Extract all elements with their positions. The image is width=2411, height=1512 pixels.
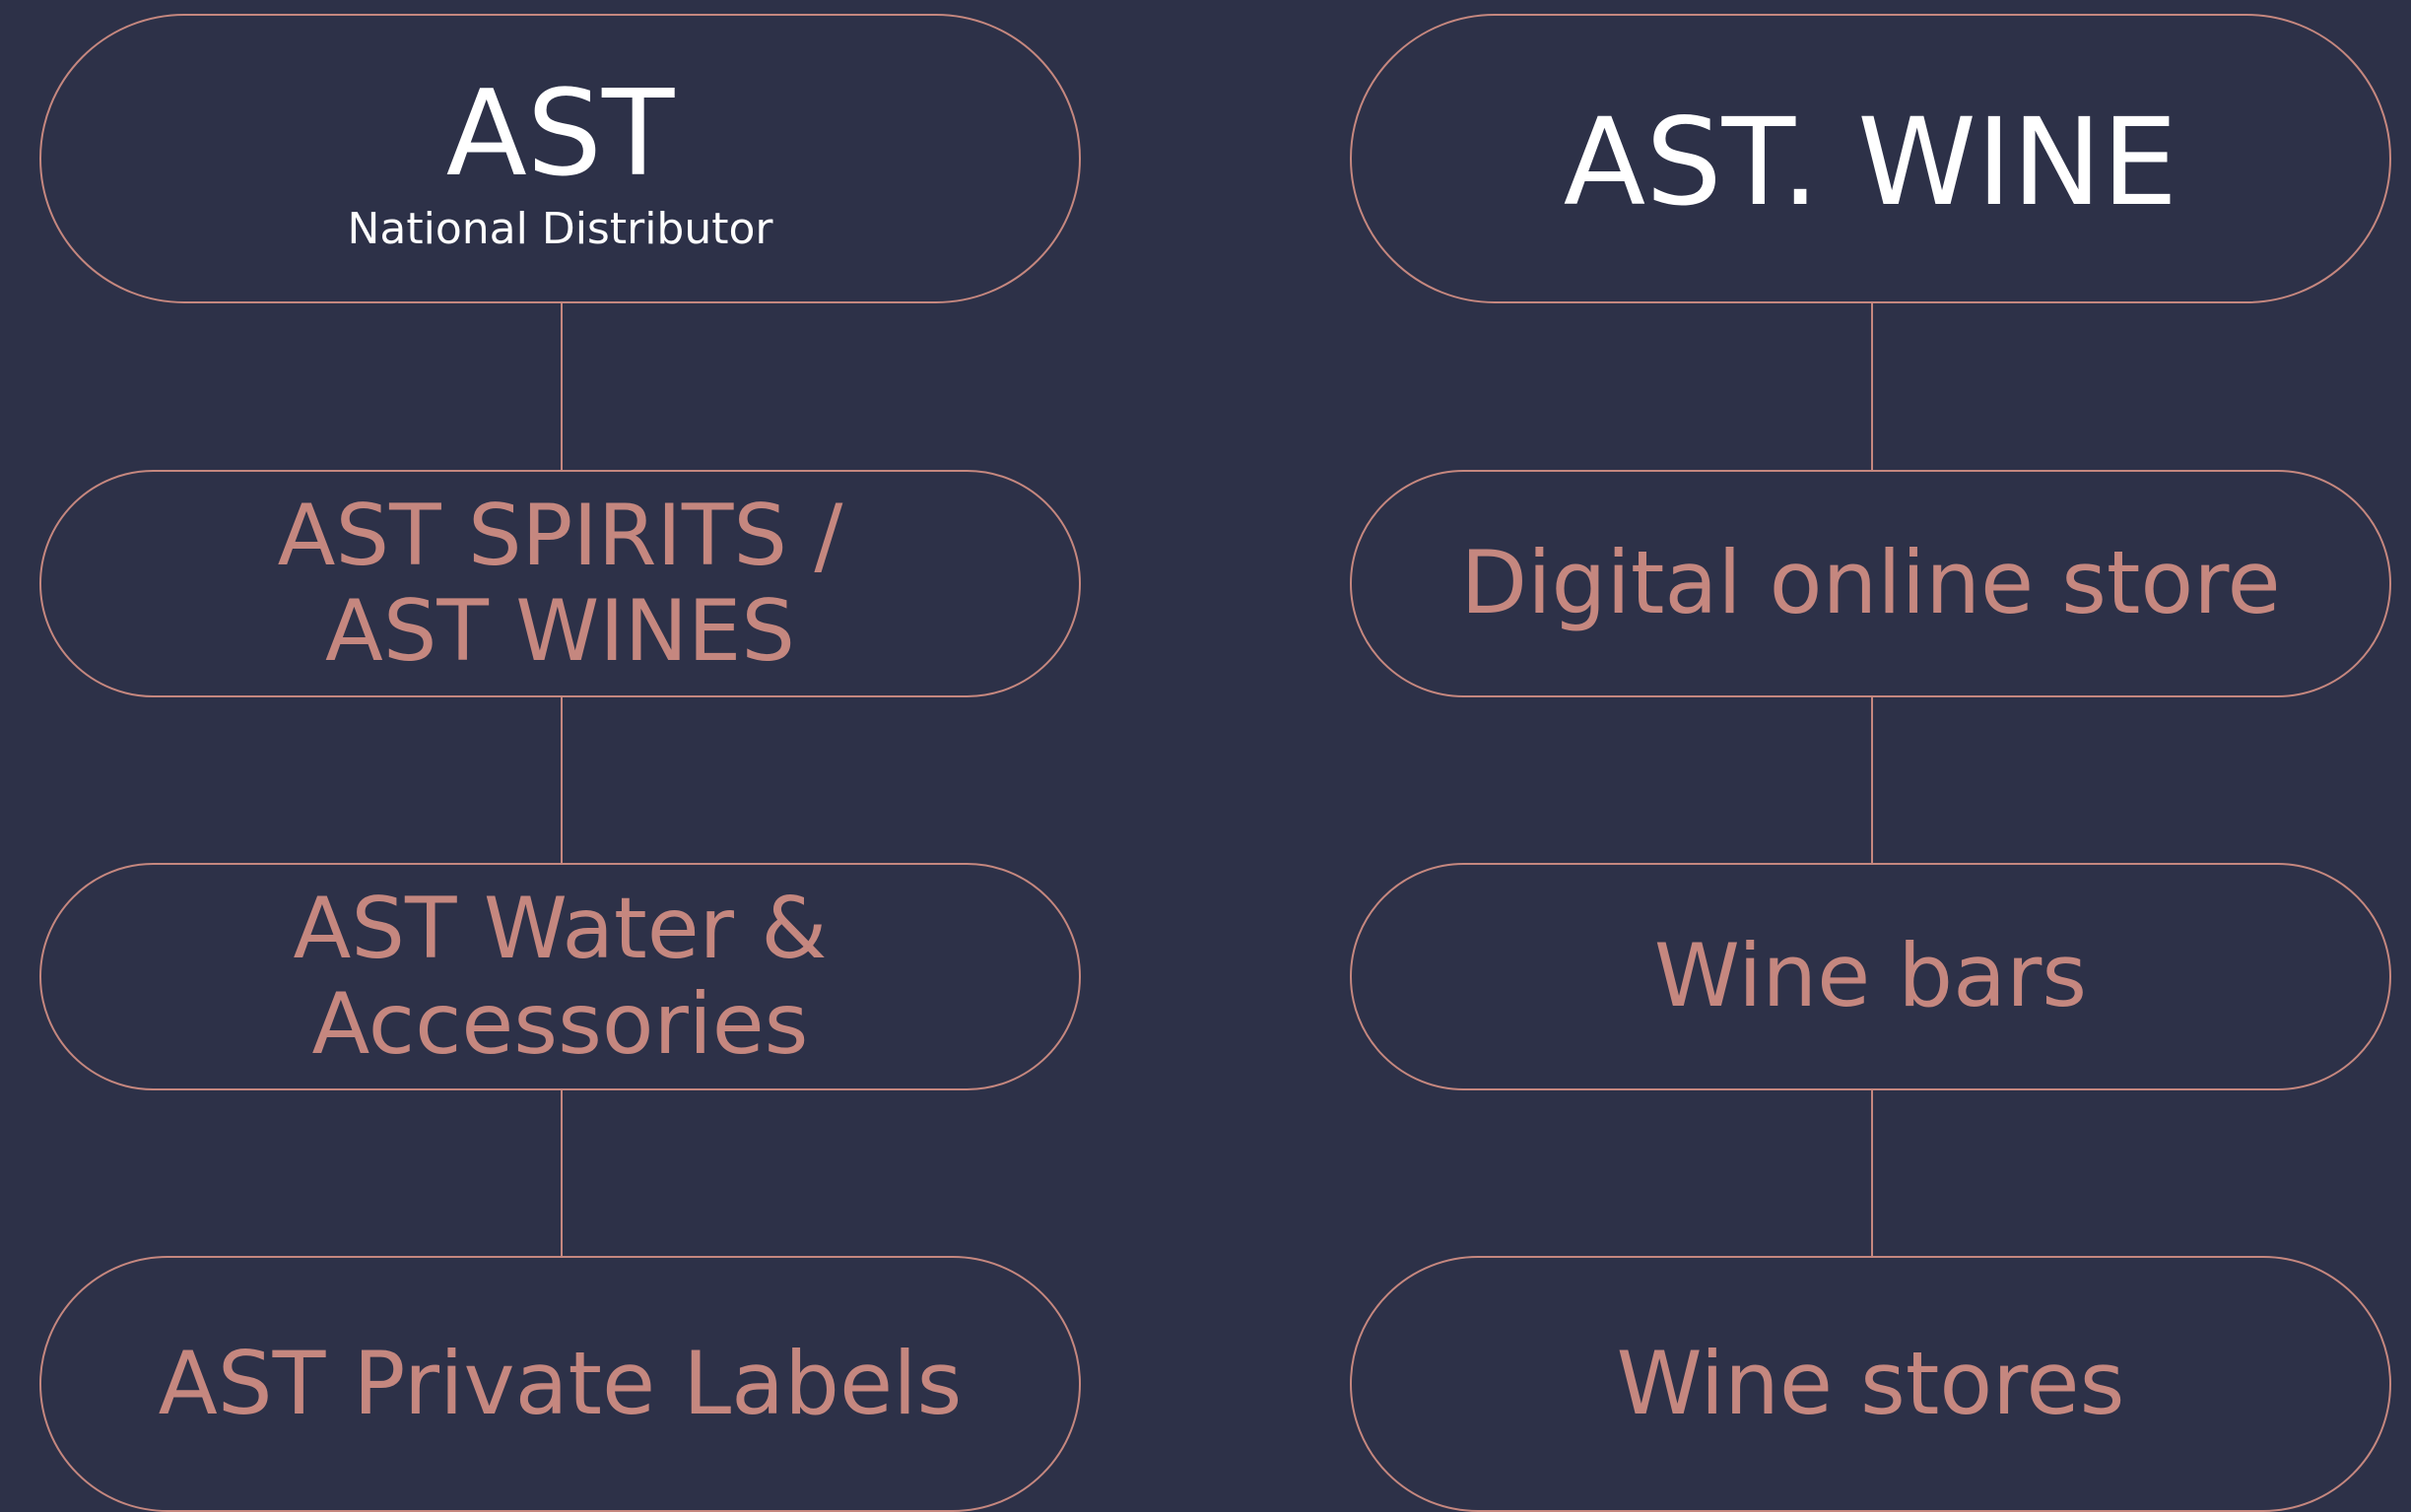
node-ast-spirits-wines: AST SPIRITS / AST WINES: [39, 470, 1081, 697]
org-diagram: { "colors": { "background": "#2d3148", "…: [0, 0, 2411, 1512]
ast-wine-title: AST. WINE: [1563, 93, 2178, 232]
ast-title: AST: [445, 66, 675, 203]
connector-left-2: [561, 697, 563, 863]
node-label: Wine bars: [1653, 925, 2088, 1027]
ast-header-node: AST National Distributor: [39, 14, 1081, 303]
ast-wine-header-node: AST. WINE: [1350, 14, 2391, 303]
connector-left-3: [561, 1090, 563, 1256]
node-wine-bars: Wine bars: [1350, 863, 2391, 1090]
node-label: Wine stores: [1616, 1332, 2125, 1434]
connector-right-3: [1871, 1090, 1873, 1256]
node-label: AST Water & Accessories: [293, 880, 828, 1074]
node-digital-online-store: Digital online store: [1350, 470, 2391, 697]
connector-right-2: [1871, 697, 1873, 863]
node-label: AST SPIRITS / AST WINES: [277, 487, 843, 681]
node-ast-private-labels: AST Private Labels: [39, 1256, 1081, 1512]
node-label: AST Private Labels: [158, 1332, 963, 1434]
node-wine-stores: Wine stores: [1350, 1256, 2391, 1512]
node-label: Digital online store: [1460, 532, 2281, 634]
ast-subtitle: National Distributor: [347, 204, 773, 254]
connector-left-1: [561, 303, 563, 470]
connector-right-1: [1871, 303, 1873, 470]
node-ast-water-accessories: AST Water & Accessories: [39, 863, 1081, 1090]
